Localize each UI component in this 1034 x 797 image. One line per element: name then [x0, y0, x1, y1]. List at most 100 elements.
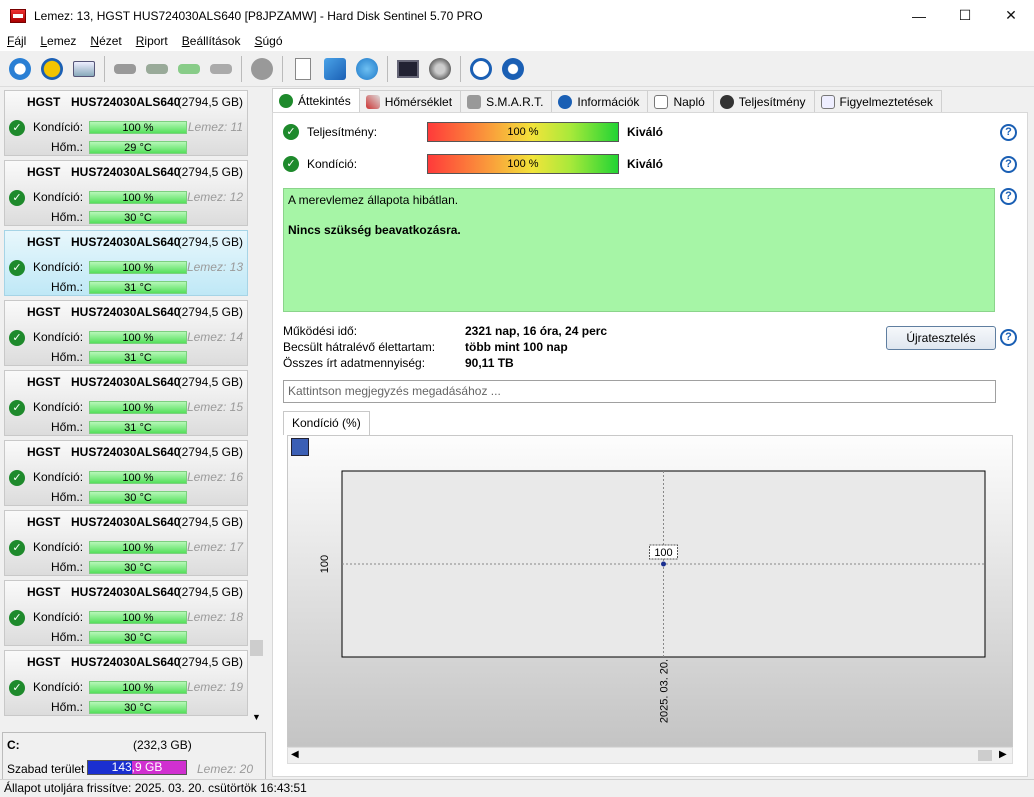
disk-index: Lemez: 15	[186, 400, 243, 414]
test-ok-button[interactable]	[175, 55, 203, 83]
disk-item[interactable]: HGST HUS724030ALS640 (2794,5 GB) ✓ Kondí…	[4, 370, 248, 436]
tab-temperature[interactable]: Hőmérséklet	[358, 90, 462, 112]
condition-label: Kondíció:	[33, 610, 84, 624]
temperature-label: Hőm.:	[51, 350, 84, 364]
health-ok-icon: ✓	[9, 610, 25, 626]
chart-tab-condition[interactable]: Kondíció (%)	[283, 411, 370, 435]
perf-bar: 100 %	[427, 122, 619, 142]
disk-brand: HGST	[27, 585, 61, 599]
status-description: A merevlemez állapota hibátlan. Nincs sz…	[283, 188, 995, 312]
disk-model: HUS724030ALS640	[71, 235, 181, 249]
health-ok-icon: ✓	[9, 330, 25, 346]
disk-size: (2794,5 GB)	[177, 305, 243, 319]
tab-smart[interactable]: S.M.A.R.T.	[460, 90, 553, 112]
condition-bar: 100 %	[89, 191, 187, 204]
menu-report[interactable]: Riport	[129, 34, 175, 48]
chart-svg: 100 100 2025. 03. 20.	[319, 470, 986, 723]
partition-size: (232,3 GB)	[133, 738, 192, 752]
cond-help-icon[interactable]: ?	[1000, 156, 1017, 173]
monitor-icon	[397, 59, 419, 78]
network-button[interactable]	[353, 55, 381, 83]
test-button[interactable]	[111, 55, 139, 83]
scroll-down-icon[interactable]: ▼	[252, 712, 261, 722]
disk-index: Lemez: 11	[187, 120, 243, 134]
disk-item[interactable]: HGST HUS724030ALS640 (2794,5 GB) ✓ Kondí…	[4, 440, 248, 506]
menu-file[interactable]: Fájl	[0, 34, 33, 48]
refresh-button[interactable]	[6, 55, 34, 83]
tab-overview[interactable]: Áttekintés	[272, 88, 360, 112]
temperature-bar: 30 °C	[89, 561, 187, 574]
disk-item[interactable]: HGST HUS724030ALS640 (2794,5 GB) ✓ Kondí…	[4, 580, 248, 646]
tab-information[interactable]: Információk	[551, 90, 649, 112]
stop-button[interactable]	[248, 55, 276, 83]
tab-performance[interactable]: Teljesítmény	[712, 90, 815, 112]
sound-button[interactable]	[426, 55, 454, 83]
temperature-label: Hőm.:	[51, 560, 84, 574]
free-space-bar: 143,9 GB	[87, 760, 187, 775]
toolbar	[0, 51, 1034, 87]
hscroll-thumb[interactable]	[978, 750, 992, 761]
disk-item[interactable]: HGST HUS724030ALS640 (2794,5 GB) ✓ Kondí…	[4, 300, 248, 366]
note-input[interactable]: Kattintson megjegyzés megadásához ...	[283, 380, 996, 403]
disk-list-scrollbar[interactable]: ▼	[248, 90, 265, 724]
disk-brand: HGST	[27, 445, 61, 459]
test-check-button[interactable]	[143, 55, 171, 83]
thermometer-icon	[365, 94, 380, 109]
chart-y-tick-label: 100	[319, 555, 331, 573]
condition-label: Kondíció:	[33, 470, 84, 484]
partition-disk-index: Lemez: 20	[197, 762, 254, 776]
status-line-2: Nincs szükség beavatkozásra.	[288, 223, 461, 237]
disk-item[interactable]: HGST HUS724030ALS640 (2794,5 GB) ✓ Kondí…	[4, 650, 248, 716]
toolbar-separator	[241, 55, 242, 82]
sync-button[interactable]	[321, 55, 349, 83]
help-button[interactable]	[467, 55, 495, 83]
tab-alerts[interactable]: Figyelmeztetések	[813, 90, 942, 112]
info-icon	[502, 57, 524, 80]
menu-disk[interactable]: Lemez	[33, 34, 83, 48]
alert-button[interactable]	[38, 55, 66, 83]
info-button[interactable]	[499, 55, 527, 83]
check-icon	[279, 93, 293, 108]
scroll-left-icon[interactable]: ◀	[291, 749, 299, 760]
perf-help-icon[interactable]: ?	[1000, 124, 1017, 141]
disk-item[interactable]: HGST HUS724030ALS640 (2794,5 GB) ✓ Kondí…	[4, 230, 248, 296]
retest-help-icon[interactable]: ?	[1000, 329, 1017, 346]
status-help-icon[interactable]: ?	[1000, 188, 1017, 205]
test-search-button[interactable]	[207, 55, 235, 83]
condition-bar: 100 %	[89, 541, 187, 554]
temperature-bar: 30 °C	[89, 491, 187, 504]
menu-settings[interactable]: Beállítások	[175, 34, 248, 48]
maximize-button[interactable]: ☐	[942, 0, 988, 31]
log-icon	[654, 94, 669, 109]
retest-button[interactable]: Újratesztelés	[886, 326, 996, 350]
temperature-bar: 31 °C	[89, 281, 187, 294]
disk-button[interactable]	[70, 55, 98, 83]
window-title: Lemez: 13, HGST HUS724030ALS640 [P8JPZAM…	[34, 8, 483, 23]
disk-brand: HGST	[27, 655, 61, 669]
monitor-button[interactable]	[394, 55, 422, 83]
chart-hscrollbar[interactable]: ◀ ▶	[287, 747, 1013, 764]
disk-model: HUS724030ALS640	[71, 95, 181, 109]
close-button[interactable]: ✕	[988, 0, 1034, 31]
menu-view[interactable]: Nézet	[83, 34, 128, 48]
disk-panel: HGST HUS724030ALS640 (2794,5 GB) ✓ Kondí…	[0, 88, 268, 784]
free-space-label: Szabad terület	[7, 762, 85, 776]
title-bar: Lemez: 13, HGST HUS724030ALS640 [P8JPZAM…	[0, 0, 1034, 31]
disk-item[interactable]: HGST HUS724030ALS640 (2794,5 GB) ✓ Kondí…	[4, 90, 248, 156]
disk-item[interactable]: HGST HUS724030ALS640 (2794,5 GB) ✓ Kondí…	[4, 510, 248, 576]
disk-model: HUS724030ALS640	[71, 445, 181, 459]
health-ok-icon: ✓	[9, 400, 25, 416]
uptime-value: 2321 nap, 16 óra, 24 perc	[465, 324, 608, 338]
disk-model: HUS724030ALS640	[71, 375, 181, 389]
tab-log[interactable]: Napló	[647, 90, 714, 112]
temperature-label: Hőm.:	[51, 420, 84, 434]
disk-item[interactable]: HGST HUS724030ALS640 (2794,5 GB) ✓ Kondí…	[4, 160, 248, 226]
scrollbar-thumb[interactable]	[250, 640, 263, 656]
minimize-button[interactable]: —	[896, 0, 942, 31]
partition-item[interactable]: C: (232,3 GB) Szabad terület 143,9 GB Le…	[2, 732, 266, 784]
scroll-right-icon[interactable]: ▶	[999, 749, 1007, 760]
disk-model: HUS724030ALS640	[71, 655, 181, 669]
report-button[interactable]	[289, 55, 317, 83]
menu-help[interactable]: Súgó	[247, 34, 289, 48]
disk-model: HUS724030ALS640	[71, 165, 181, 179]
